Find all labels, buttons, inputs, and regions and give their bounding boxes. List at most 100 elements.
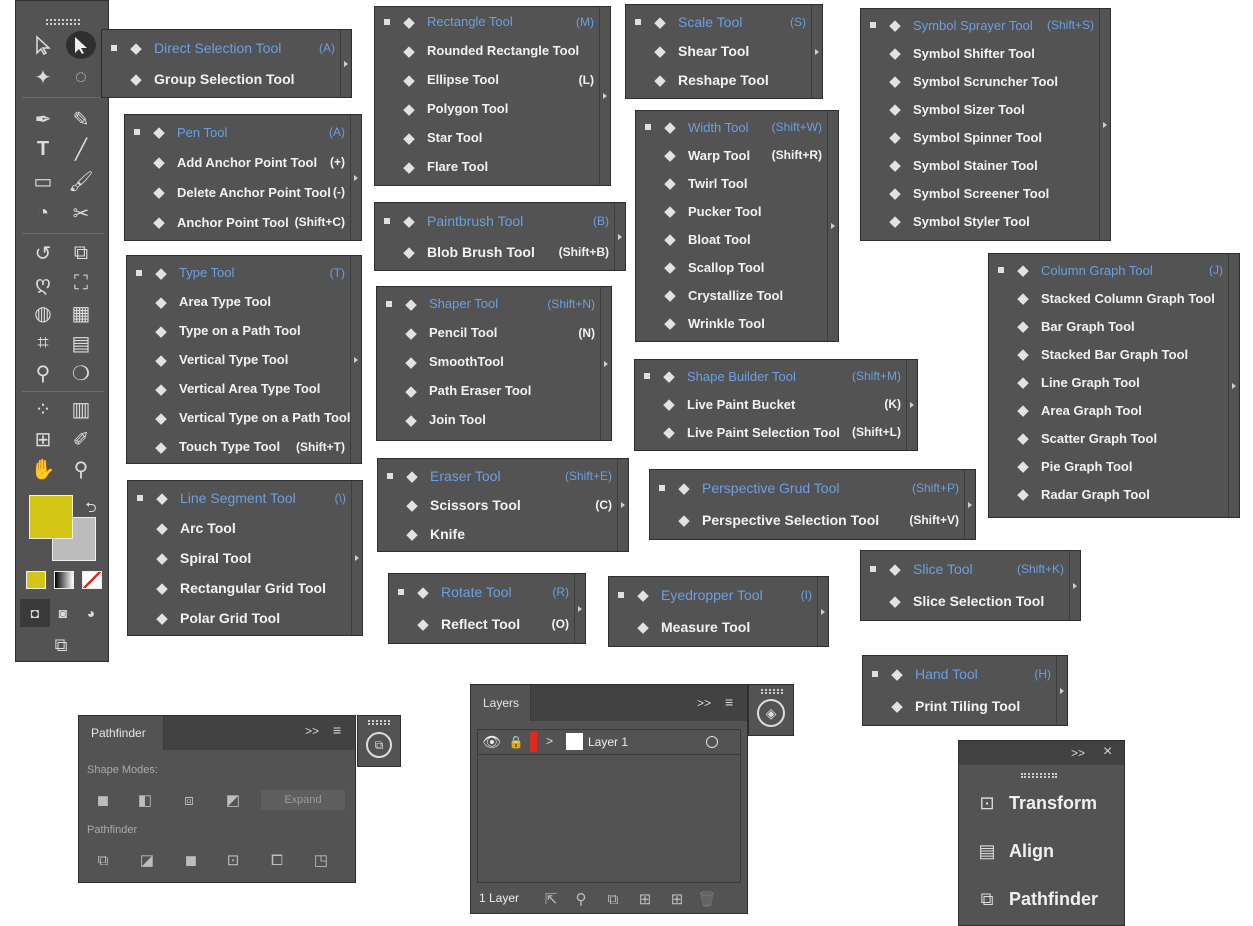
curvature-tool-icon[interactable]: ✎ [66,105,96,133]
transform-dock-button[interactable]: ⊡ Transform [973,791,1097,815]
outline-icon[interactable]: ⧠ [265,850,289,870]
star-menu-item[interactable]: ◆ Star Tool [375,123,610,152]
blend-tool-icon[interactable]: ❍ [66,359,96,387]
dock-grip[interactable] [761,689,783,694]
lock-icon[interactable]: 🔒 [504,732,528,752]
add-anchor-menu-item[interactable]: ◆ Add Anchor Point Tool (+) [125,147,361,177]
symbol-sizer-menu-item[interactable]: ◆ Symbol Sizer Tool [861,95,1110,123]
scissors-menu-item[interactable]: ◆ Scissors Tool (C) [378,490,628,519]
draw-normal-icon[interactable]: ◘ [20,599,50,627]
slice-selection-menu-item[interactable]: ◆ Slice Selection Tool [861,585,1080,617]
slice-menu-item[interactable]: ◆ Slice Tool (Shift+K) [861,553,1080,585]
pen-menu-item[interactable]: ◆ Pen Tool (A) [125,117,361,147]
column-graph-tool-icon[interactable]: ▥ [66,395,96,423]
vertical-type-path-menu-item[interactable]: ◆ Vertical Type on a Path Tool [127,403,361,432]
paintbrush-tool-icon[interactable]: 🖌 [66,167,96,195]
tab-pathfinder[interactable]: Pathfinder [79,716,164,750]
area-graph-menu-item[interactable]: ◆ Area Graph Tool [989,396,1239,424]
symbol-stainer-menu-item[interactable]: ◆ Symbol Stainer Tool [861,151,1110,179]
column-graph-menu-item[interactable]: ◆ Column Graph Tool (J) [989,256,1239,284]
symbol-shifter-menu-item[interactable]: ◆ Symbol Shifter Tool [861,39,1110,67]
scale-tool-icon[interactable]: ⧉ [66,239,96,267]
merge-icon[interactable]: ◼ [179,850,203,870]
unite-icon[interactable]: ◼ [91,790,115,810]
type-on-path-menu-item[interactable]: ◆ Type on a Path Tool [127,316,361,345]
tearoff-arrow[interactable] [1069,551,1080,620]
rotate-tool-icon[interactable]: ↺ [28,239,58,267]
gradient-mode-button[interactable] [54,571,74,589]
width-menu-item[interactable]: ◆ Width Tool (Shift+W) [636,113,838,141]
twirl-menu-item[interactable]: ◆ Twirl Tool [636,169,838,197]
tearoff-arrow[interactable] [340,30,351,97]
reshape-menu-item[interactable]: ◆ Reshape Tool [626,65,822,94]
symbol-styler-menu-item[interactable]: ◆ Symbol Styler Tool [861,207,1110,235]
shear-menu-item[interactable]: ◆ Shear Tool [626,36,822,65]
tearoff-arrow[interactable] [600,287,611,440]
rotate-menu-item[interactable]: ◆ Rotate Tool (R) [389,576,585,608]
measure-menu-item[interactable]: ◆ Measure Tool [609,611,828,643]
panel-menu-button[interactable]: ≡ [725,694,733,710]
group-select-menu-item[interactable]: ◆ Group Selection Tool [102,63,351,94]
join-menu-item[interactable]: ◆ Join Tool [377,405,611,434]
pen-tool-icon[interactable]: ✒ [28,105,58,133]
live-paint-selection-menu-item[interactable]: ◆ Live Paint Selection Tool (Shift+L) [635,418,917,446]
reflect-menu-item[interactable]: ◆ Reflect Tool (O) [389,608,585,640]
symbol-sprayer-menu-item[interactable]: ◆ Symbol Sprayer Tool (Shift+S) [861,11,1110,39]
tab-layers[interactable]: Layers [471,685,531,721]
target-circle-icon[interactable] [706,736,718,748]
crop-icon[interactable]: ⊡ [221,850,245,870]
line-tool-icon[interactable]: ╱ [66,135,96,163]
print-tiling-menu-item[interactable]: ◆ Print Tiling Tool [863,690,1067,722]
align-dock-button[interactable]: ▤ Align [973,839,1054,863]
symbol-scruncher-menu-item[interactable]: ◆ Symbol Scruncher Tool [861,67,1110,95]
magic-wand-icon[interactable]: ✦ [28,63,58,91]
pie-graph-menu-item[interactable]: ◆ Pie Graph Tool [989,452,1239,480]
vertical-area-type-menu-item[interactable]: ◆ Vertical Area Type Tool [127,374,361,403]
area-type-menu-item[interactable]: ◆ Area Type Tool [127,287,361,316]
direct-select-menu-item[interactable]: ◆ Direct Selection Tool (A) [102,32,351,63]
tearoff-arrow[interactable] [906,360,917,450]
shaper-tool-icon[interactable]: ◔ [28,199,58,227]
wrinkle-menu-item[interactable]: ◆ Wrinkle Tool [636,309,838,337]
type-tool-icon[interactable]: T [28,135,58,163]
dock-grip[interactable] [368,720,390,725]
minus-front-icon[interactable]: ◧ [133,790,157,810]
symbol-sprayer-tool-icon[interactable]: ⁘ [28,395,58,423]
shaper-menu-item[interactable]: ◆ Shaper Tool (Shift+N) [377,289,611,318]
layer-name[interactable]: Layer 1 [588,735,628,749]
dock-grip[interactable] [1021,773,1057,778]
tearoff-arrow[interactable] [817,577,828,646]
visibility-eye-icon[interactable]: 👁 [480,732,504,752]
slice-tool-icon[interactable]: ✐ [66,425,96,453]
delete-anchor-menu-item[interactable]: ◆ Delete Anchor Point Tool (-) [125,177,361,207]
scale-menu-item[interactable]: ◆ Scale Tool (S) [626,7,822,36]
pencil-menu-item[interactable]: ◆ Pencil Tool (N) [377,318,611,347]
flare-menu-item[interactable]: ◆ Flare Tool [375,152,610,181]
hand-menu-item[interactable]: ◆ Hand Tool (H) [863,658,1067,690]
expand-panels-button[interactable]: >> [1071,746,1085,760]
new-sublayer-icon[interactable]: ⊞ [633,889,657,909]
warp-menu-item[interactable]: ◆ Warp Tool (Shift+R) [636,141,838,169]
panel-menu-button[interactable]: ≡ [333,722,341,738]
eyedropper-tool-icon[interactable]: ⚲ [28,359,58,387]
stacked-column-menu-item[interactable]: ◆ Stacked Column Graph Tool [989,284,1239,312]
smooth-menu-item[interactable]: ◆ SmoothTool [377,347,611,376]
scallop-menu-item[interactable]: ◆ Scallop Tool [636,253,838,281]
divide-icon[interactable]: ⧉ [91,850,115,870]
eraser-menu-item[interactable]: ◆ Eraser Tool (Shift+E) [378,461,628,490]
swap-colors-icon[interactable]: ⮌ [76,495,106,523]
bar-graph-menu-item[interactable]: ◆ Bar Graph Tool [989,312,1239,340]
zoom-tool-icon[interactable]: ⚲ [66,455,96,483]
symbol-screener-menu-item[interactable]: ◆ Symbol Screener Tool [861,179,1110,207]
export-icon[interactable]: ⇱ [539,889,563,909]
ellipse-menu-item[interactable]: ◆ Ellipse Tool (L) [375,65,610,94]
tearoff-arrow[interactable] [811,5,822,98]
screen-mode-icon[interactable]: ⧉ [46,631,76,659]
fill-swatch[interactable] [29,495,73,539]
vertical-type-menu-item[interactable]: ◆ Vertical Type Tool [127,345,361,374]
eyedropper-menu-item[interactable]: ◆ Eyedropper Tool (I) [609,579,828,611]
type-menu-item[interactable]: ◆ Type Tool (T) [127,258,361,287]
width-tool-icon[interactable]: ღ [28,269,58,297]
crystallize-menu-item[interactable]: ◆ Crystallize Tool [636,281,838,309]
paintbrush-menu-item[interactable]: ◆ Paintbrush Tool (B) [375,205,625,236]
